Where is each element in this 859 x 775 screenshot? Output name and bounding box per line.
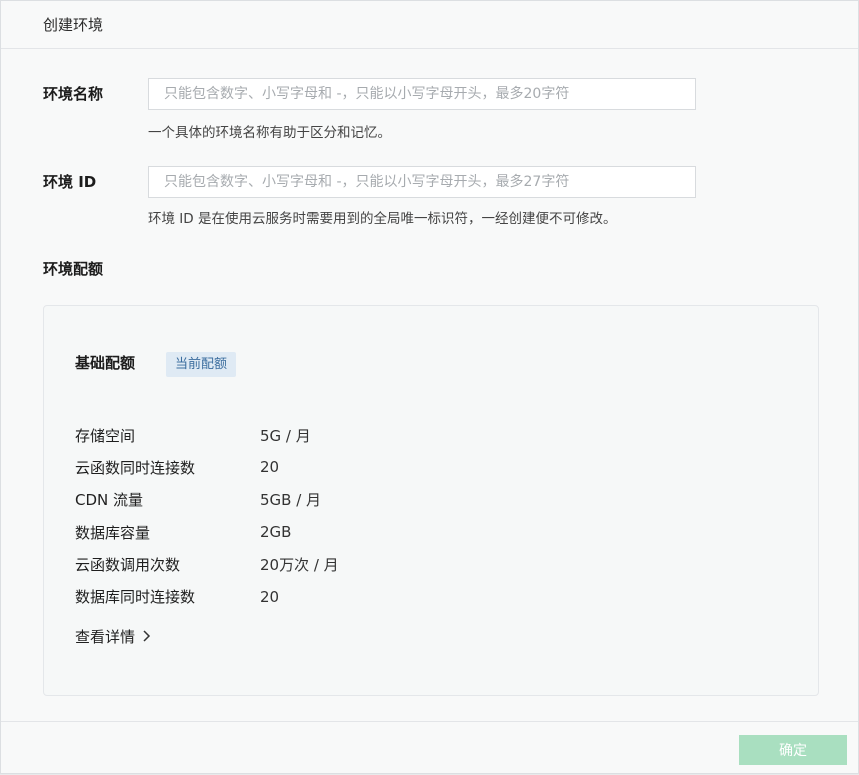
quota-card: 基础配额 当前配额 存储空间 5G / 月 云函数同时连接数 20 CDN 流量… (43, 305, 819, 696)
quota-item: 数据库同时连接数 20 (75, 580, 339, 612)
quota-item: 云函数同时连接数 20 (75, 451, 339, 483)
quota-item-value: 20 (260, 587, 280, 606)
confirm-button[interactable]: 确定 (739, 735, 847, 765)
view-details-link[interactable]: 查看详情 (75, 626, 151, 647)
view-details-label: 查看详情 (75, 628, 136, 646)
quota-item-name: 云函数调用次数 (75, 555, 181, 574)
chevron-right-icon (141, 627, 151, 646)
quota-item: 数据库容量 2GB (75, 516, 339, 548)
dialog-title: 创建环境 (43, 16, 104, 34)
dialog-header: 创建环境 (1, 1, 858, 49)
current-plan-badge: 当前配额 (166, 352, 237, 377)
env-id-input[interactable] (148, 166, 696, 198)
env-name-label: 环境名称 (43, 85, 104, 103)
quota-item-name: CDN 流量 (75, 491, 144, 510)
dialog-footer: 确定 (1, 721, 858, 775)
quota-item-value: 5G / 月 (260, 426, 311, 445)
quota-list: 存储空间 5G / 月 云函数同时连接数 20 CDN 流量 5GB / 月 数… (75, 419, 339, 613)
quota-item-name: 数据库同时连接数 (75, 588, 196, 607)
quota-item: 云函数调用次数 20万次 / 月 (75, 548, 339, 580)
quota-item: CDN 流量 5GB / 月 (75, 484, 339, 516)
quota-item-name: 存储空间 (75, 426, 136, 445)
quota-item-value: 20 (260, 458, 280, 477)
env-name-input[interactable] (148, 78, 696, 110)
quota-item-name: 云函数同时连接数 (75, 458, 196, 477)
create-environment-dialog: 创建环境 环境名称 一个具体的环境名称有助于区分和记忆。 环境 ID 环境 ID… (0, 0, 859, 774)
quota-item: 存储空间 5G / 月 (75, 419, 339, 451)
env-id-label: 环境 ID (43, 173, 97, 191)
plan-name: 基础配额 (75, 354, 136, 372)
quota-item-value: 5GB / 月 (260, 491, 322, 510)
env-id-hint: 环境 ID 是在使用云服务时需要用到的全局唯一标识符，一经创建便不可修改。 (148, 211, 617, 227)
quota-item-value: 2GB (260, 523, 292, 542)
quota-section-title: 环境配额 (43, 260, 104, 278)
quota-item-value: 20万次 / 月 (260, 555, 339, 574)
env-name-hint: 一个具体的环境名称有助于区分和记忆。 (148, 125, 391, 141)
quota-item-name: 数据库容量 (75, 523, 151, 542)
